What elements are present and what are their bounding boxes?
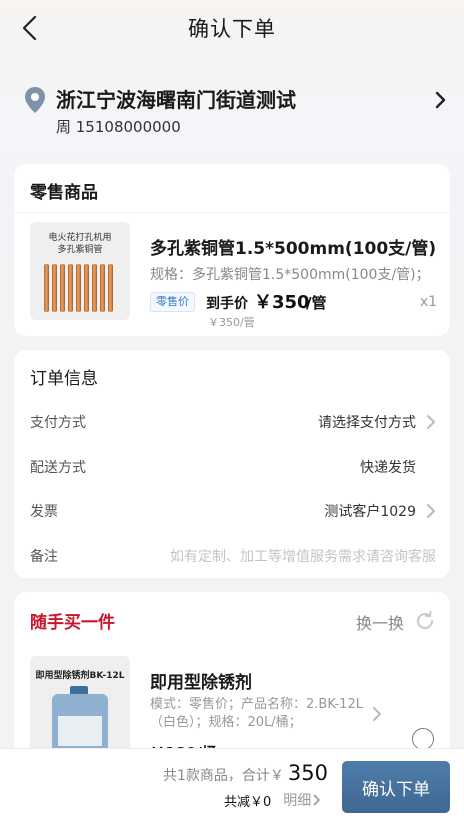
summary-text: 共1款商品，合计￥: [162, 768, 284, 784]
header: 确认下单: [0, 0, 464, 56]
chevron-right-icon[interactable]: [372, 706, 382, 722]
row-label: 备注: [30, 549, 58, 565]
recommend-product-name[interactable]: 即用型除锈剂: [150, 668, 252, 693]
address-selector[interactable]: 浙江宁波海曙南门街道测试 周 15108000000: [0, 78, 464, 148]
invoice-value: 测试客户1029: [324, 504, 416, 520]
remark-row[interactable]: 备注 如有定制、加工等增值服务需求请咨询客服: [14, 536, 450, 576]
discount-text: 共减￥0: [224, 794, 272, 810]
back-button[interactable]: [14, 12, 46, 44]
order-info-card: 订单信息 支付方式 请选择支付方式 配送方式 快递发货 发票 测试客户1029 …: [14, 350, 450, 578]
detail-link[interactable]: 明细: [283, 790, 311, 810]
address-contact: 周 15108000000: [56, 118, 181, 136]
chevron-right-icon: [427, 504, 435, 518]
chevron-right-icon[interactable]: [313, 794, 321, 806]
retail-products-card: 零售商品 电火花打孔机用 多孔紫铜管 多孔紫铜管1.5*500mm(100支/管…: [14, 164, 450, 336]
total-amount: 350: [287, 761, 328, 785]
chevron-left-icon: [22, 15, 37, 41]
product-image[interactable]: 电火花打孔机用 多孔紫铜管: [30, 222, 130, 320]
price-value: ￥350: [254, 292, 310, 313]
bottom-bar: 共1款商品，合计￥ 350 共减￥0 明细 确认下单: [0, 748, 464, 825]
address-line: 浙江宁波海曙南门街道测试: [56, 88, 296, 112]
product-image-caption: 电火花打孔机用 多孔紫铜管: [48, 233, 112, 255]
price-unit: /管: [306, 294, 327, 312]
unit-price: ￥350/管: [208, 316, 255, 329]
recommend-product-desc: 模式：零售价；产品名称：2.BK-12L（白色）；规格：20L/桶；: [150, 697, 363, 730]
recommend-image-caption: 即用型除锈剂BK-12L: [35, 671, 125, 681]
remark-input[interactable]: 如有定制、加工等增值服务需求请咨询客服: [170, 546, 436, 566]
payment-method-value: 请选择支付方式: [318, 415, 416, 431]
order-summary: 共1款商品，合计￥ 350: [163, 761, 328, 785]
recommend-select-radio[interactable]: [412, 728, 434, 750]
row-label: 支付方式: [30, 415, 86, 431]
section-title: 订单信息: [30, 369, 98, 389]
delivery-method-row[interactable]: 配送方式 快递发货: [14, 447, 450, 487]
section-title: 零售商品: [30, 183, 98, 203]
invoice-row[interactable]: 发票 测试客户1029: [14, 491, 450, 531]
recommend-product-image[interactable]: 即用型除锈剂BK-12L: [30, 656, 130, 756]
refresh-button[interactable]: 换一换: [356, 610, 404, 634]
payment-method-row[interactable]: 支付方式 请选择支付方式: [14, 402, 450, 442]
quantity: x1: [420, 294, 438, 310]
chevron-right-icon: [435, 91, 446, 109]
row-label: 配送方式: [30, 460, 86, 476]
discount-line: 共减￥0 明细: [224, 790, 321, 810]
confirm-order-button[interactable]: 确认下单: [342, 761, 450, 813]
price-type-badge: 零售价: [150, 292, 195, 312]
row-label: 发票: [30, 504, 58, 520]
price-label: 到手价: [206, 296, 248, 312]
location-pin-icon: [25, 87, 45, 113]
section-title: 随手买一件: [30, 613, 115, 633]
product-name[interactable]: 多孔紫铜管1.5*500mm(100支/管): [150, 234, 436, 259]
delivery-method-value: 快递发货: [360, 460, 416, 476]
divider: [14, 212, 450, 213]
product-spec: 规格：多孔紫铜管1.5*500mm(100支/管)；: [150, 267, 430, 283]
page-title: 确认下单: [188, 17, 276, 41]
chevron-right-icon: [427, 415, 435, 429]
refresh-icon[interactable]: [414, 610, 436, 632]
